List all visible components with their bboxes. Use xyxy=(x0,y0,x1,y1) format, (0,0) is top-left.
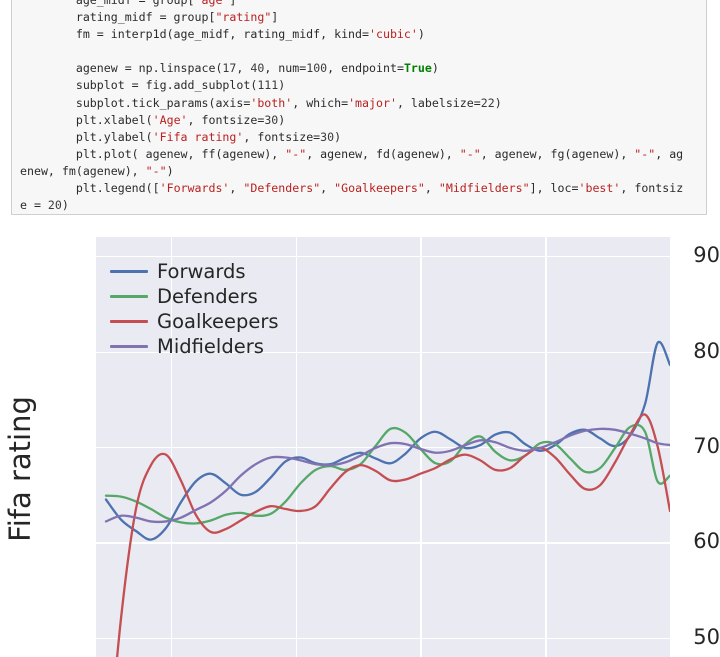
legend-label: Defenders xyxy=(157,284,258,308)
y-axis-label: Fifa rating xyxy=(3,396,37,542)
legend-item: Defenders xyxy=(110,284,320,309)
chart-legend: Forwards Defenders Goalkeepers Midfielders xyxy=(110,259,320,359)
series-line xyxy=(104,423,670,525)
legend-item: Goalkeepers xyxy=(110,309,320,334)
plot-area: Forwards Defenders Goalkeepers Midfielders xyxy=(96,237,670,657)
legend-color-swatch xyxy=(110,320,148,323)
legend-item: Midfielders xyxy=(110,334,320,359)
series-line xyxy=(115,413,670,657)
legend-label: Goalkeepers xyxy=(157,309,279,333)
legend-item: Forwards xyxy=(110,259,320,284)
matplotlib-figure: Fifa rating 90 80 70 60 50 Forwards Defenders… xyxy=(0,216,720,657)
code-source: age_midf = group["age"] rating_midf = gr… xyxy=(20,0,684,213)
code-cell[interactable]: age_midf = group["age"] rating_midf = gr… xyxy=(11,0,707,215)
legend-color-swatch xyxy=(110,295,148,298)
series-line xyxy=(104,340,670,541)
legend-label: Forwards xyxy=(157,259,246,283)
series-line xyxy=(104,427,670,524)
legend-label: Midfielders xyxy=(157,334,264,358)
legend-color-swatch xyxy=(110,345,148,348)
legend-color-swatch xyxy=(110,270,148,273)
